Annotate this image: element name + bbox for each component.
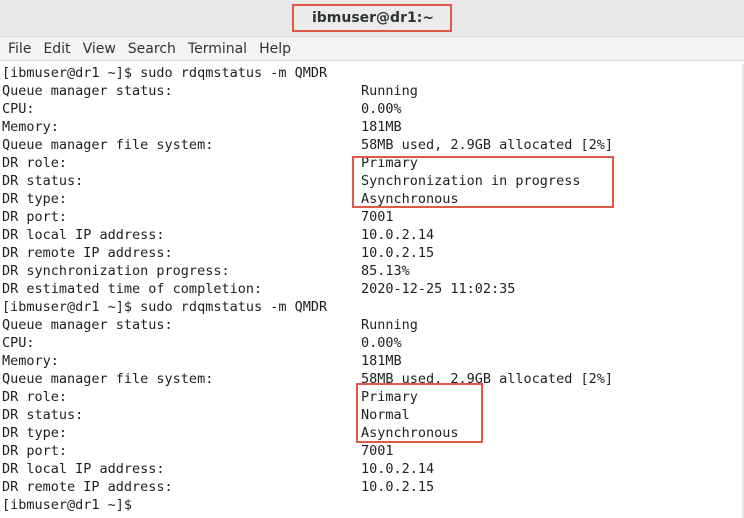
line-key: DR local IP address:: [2, 227, 165, 243]
line-value: 7001: [361, 443, 394, 459]
terminal-line: CPU: 0.00%: [0, 100, 744, 118]
terminal-line: DR port: 7001: [0, 208, 744, 226]
line-value: Primary: [361, 155, 418, 171]
menu-search[interactable]: Search: [122, 37, 182, 61]
terminal-line: Memory: 181MB: [0, 352, 744, 370]
line-value: 7001: [361, 209, 394, 225]
line-value: 58MB used, 2.9GB allocated [2%]: [361, 371, 613, 387]
terminal-line: DR synchronization progress: 85.13%: [0, 262, 744, 280]
menu-terminal[interactable]: Terminal: [182, 37, 253, 61]
window-title: ibmuser@dr1:~: [311, 10, 435, 26]
line-value: 0.00%: [361, 335, 402, 351]
line-value: Running: [361, 317, 418, 333]
terminal-line: DR estimated time of completion: 2020-12-…: [0, 280, 744, 298]
line-value: 10.0.2.14: [361, 461, 435, 477]
line-key: DR status:: [2, 407, 84, 423]
line-key: DR port:: [2, 209, 68, 225]
line-key: Queue manager file system:: [2, 137, 214, 153]
line-key: Memory:: [2, 353, 59, 369]
terminal-line: DR role: Primary: [0, 388, 744, 406]
title-bar[interactable]: ibmuser@dr1:~: [0, 0, 744, 37]
line-value: Asynchronous: [361, 425, 459, 441]
terminal-line: CPU: 0.00%: [0, 334, 744, 352]
title-highlight-box: ibmuser@dr1:~: [291, 4, 453, 32]
line-key: DR type:: [2, 425, 68, 441]
line-value: Normal: [361, 407, 410, 423]
terminal-line: Queue manager status: Running: [0, 82, 744, 100]
terminal-line: DR type: Asynchronous: [0, 424, 744, 442]
line-value: Asynchronous: [361, 191, 459, 207]
line-key: Memory:: [2, 119, 59, 135]
line-key: DR estimated time of completion:: [2, 281, 263, 297]
line-key: DR local IP address:: [2, 461, 165, 477]
terminal-line: DR remote IP address: 10.0.2.15: [0, 478, 744, 496]
menu-bar: File Edit View Search Terminal Help: [0, 37, 744, 61]
terminal-line: Memory: 181MB: [0, 118, 744, 136]
command-prompt: [ibmuser@dr1 ~]$ sudo rdqmstatus -m QMDR: [2, 65, 328, 81]
menu-file[interactable]: File: [2, 37, 37, 61]
line-key: Queue manager status:: [2, 83, 173, 99]
terminal-line: DR remote IP address: 10.0.2.15: [0, 244, 744, 262]
line-key: CPU:: [2, 101, 35, 117]
menu-edit[interactable]: Edit: [37, 37, 76, 61]
line-value: 0.00%: [361, 101, 402, 117]
terminal-window: ibmuser@dr1:~ File Edit View Search Term…: [0, 0, 744, 518]
terminal-line: DR status: Synchronization in progress: [0, 172, 744, 190]
terminal-line: DR type: Asynchronous: [0, 190, 744, 208]
terminal-line: [ibmuser@dr1 ~]$ sudo rdqmstatus -m QMDR: [0, 64, 744, 82]
line-key: DR remote IP address:: [2, 245, 173, 261]
terminal-line: Queue manager file system: 58MB used, 2.9…: [0, 136, 744, 154]
terminal-line: [ibmuser@dr1 ~]$: [0, 496, 744, 514]
terminal-line: [ibmuser@dr1 ~]$ sudo rdqmstatus -m QMDR: [0, 298, 744, 316]
line-key: DR port:: [2, 443, 68, 459]
line-key: DR synchronization progress:: [2, 263, 230, 279]
line-key: DR remote IP address:: [2, 479, 173, 495]
line-key: Queue manager file system:: [2, 371, 214, 387]
terminal-line: Queue manager file system: 58MB used, 2.9…: [0, 370, 744, 388]
line-value: 181MB: [361, 353, 402, 369]
line-value: 2020-12-25 11:02:35: [361, 281, 516, 297]
menu-help[interactable]: Help: [253, 37, 297, 61]
terminal-line: Queue manager status: Running: [0, 316, 744, 334]
terminal-line: DR local IP address: 10.0.2.14: [0, 226, 744, 244]
terminal-line: DR port: 7001: [0, 442, 744, 460]
terminal-line: DR role: Primary: [0, 154, 744, 172]
command-prompt: [ibmuser@dr1 ~]$: [2, 497, 133, 513]
line-value: 58MB used, 2.9GB allocated [2%]: [361, 137, 613, 153]
line-value: 10.0.2.15: [361, 245, 435, 261]
command-prompt: [ibmuser@dr1 ~]$ sudo rdqmstatus -m QMDR: [2, 299, 328, 315]
line-value: 85.13%: [361, 263, 410, 279]
line-value: Synchronization in progress: [361, 173, 581, 189]
line-value: 181MB: [361, 119, 402, 135]
line-value: Primary: [361, 389, 418, 405]
line-key: DR role:: [2, 155, 68, 171]
terminal-line: DR local IP address: 10.0.2.14: [0, 460, 744, 478]
line-value: 10.0.2.14: [361, 227, 435, 243]
terminal-line: DR status: Normal: [0, 406, 744, 424]
line-key: DR type:: [2, 191, 68, 207]
line-value: Running: [361, 83, 418, 99]
menu-view[interactable]: View: [77, 37, 122, 61]
line-key: CPU:: [2, 335, 35, 351]
line-value: 10.0.2.15: [361, 479, 435, 495]
line-key: DR status:: [2, 173, 84, 189]
line-key: Queue manager status:: [2, 317, 173, 333]
line-key: DR role:: [2, 389, 68, 405]
terminal-output[interactable]: [ibmuser@dr1 ~]$ sudo rdqmstatus -m QMDR…: [0, 64, 744, 518]
